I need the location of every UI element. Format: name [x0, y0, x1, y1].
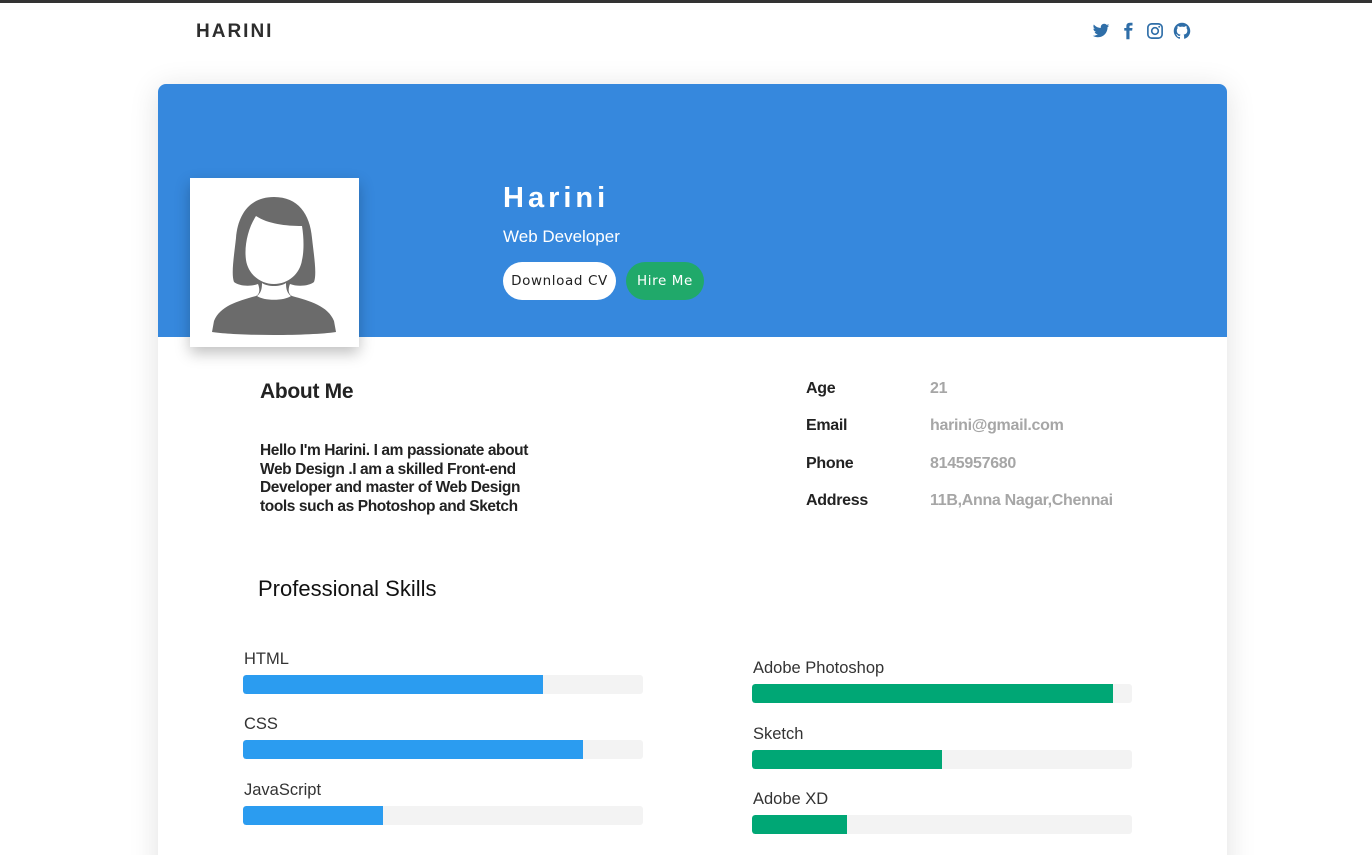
facebook-icon[interactable]	[1119, 22, 1137, 40]
skill-label: Adobe Photoshop	[753, 659, 885, 677]
skill-bar-fill	[752, 815, 847, 834]
social-links	[1092, 22, 1191, 40]
skill-bar-fill	[752, 684, 1113, 703]
skill-bar	[752, 815, 1132, 834]
download-cv-button[interactable]: Download CV	[503, 262, 616, 300]
skill-bar-fill	[243, 806, 383, 825]
info-label: Address	[806, 492, 868, 509]
avatar	[198, 186, 351, 339]
top-navbar: HARINI	[0, 3, 1372, 63]
info-label: Email	[806, 417, 848, 434]
skill-bar	[752, 750, 1132, 769]
skill-bar	[243, 740, 643, 759]
profile-photo	[190, 178, 359, 347]
skill-bar-fill	[243, 740, 583, 759]
skill-label: JavaScript	[244, 781, 322, 799]
profile-role: Web Developer	[503, 227, 620, 246]
skill-label: HTML	[244, 650, 289, 668]
hire-me-button[interactable]: Hire Me	[626, 262, 704, 300]
info-value: 11B,Anna Nagar,Chennai	[930, 492, 1113, 509]
resume-card: Harini Web Developer Download CV Hire Me…	[158, 84, 1227, 855]
skill-bar	[752, 684, 1132, 703]
instagram-icon[interactable]	[1146, 22, 1164, 40]
skill-label: CSS	[244, 715, 278, 733]
profile-name: Harini	[503, 182, 610, 214]
skill-label: Sketch	[753, 725, 804, 743]
info-value: 21	[930, 380, 948, 397]
skill-label: Adobe XD	[753, 790, 829, 808]
info-value: harini@gmail.com	[930, 417, 1064, 434]
skill-bar-fill	[752, 750, 942, 769]
github-icon[interactable]	[1173, 22, 1191, 40]
info-label: Phone	[806, 455, 854, 472]
skill-bar	[243, 675, 643, 694]
info-label: Age	[806, 380, 836, 397]
info-value: 8145957680	[930, 455, 1016, 472]
skills-title: Professional Skills	[258, 576, 437, 601]
twitter-icon[interactable]	[1092, 22, 1110, 40]
about-title: About Me	[260, 380, 354, 403]
skill-bar	[243, 806, 643, 825]
brand-logo[interactable]: HARINI	[196, 21, 273, 43]
about-text: Hello I'm Harini. I am passionate about …	[260, 442, 529, 515]
skill-bar-fill	[243, 675, 543, 694]
